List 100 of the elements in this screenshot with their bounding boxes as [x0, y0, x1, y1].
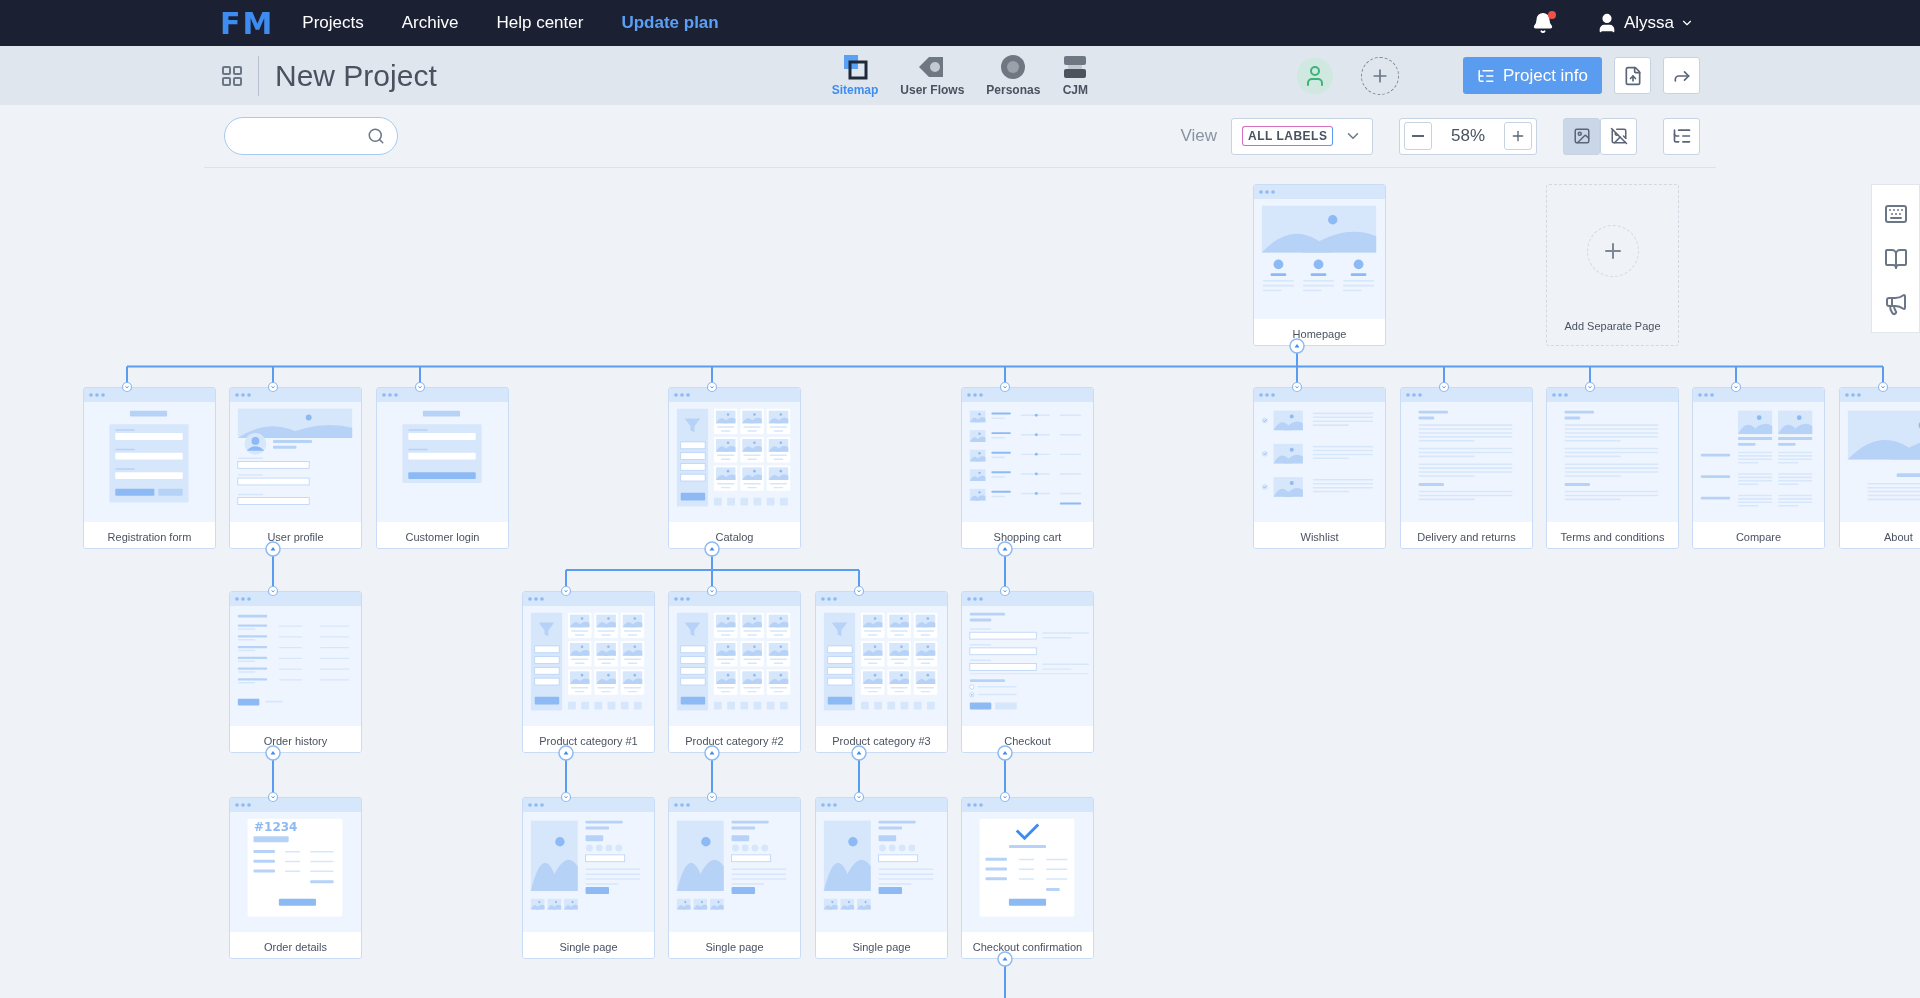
view-select[interactable]: ALL LABELS	[1231, 117, 1373, 155]
page-label: Order history	[230, 726, 361, 752]
user-menu[interactable]: Alyssa	[1589, 11, 1700, 35]
announcements-button[interactable]	[1883, 291, 1908, 316]
zoom-in-button[interactable]	[1504, 122, 1532, 150]
connector-dot[interactable]	[267, 381, 279, 393]
collapse-handle[interactable]	[704, 745, 720, 761]
page-card[interactable]: User profile	[229, 387, 362, 549]
view-tab[interactable]: CJM	[1062, 54, 1089, 97]
page-card[interactable]: Shopping cart	[961, 387, 1094, 549]
dots-icon	[674, 597, 690, 601]
page-card[interactable]: About	[1839, 387, 1920, 549]
avatar[interactable]	[1296, 57, 1333, 94]
dots-icon	[1552, 393, 1568, 397]
page-label: Checkout	[962, 726, 1093, 752]
export-button[interactable]	[1614, 57, 1651, 94]
dots-icon	[1845, 393, 1861, 397]
page-card[interactable]: Order history	[229, 591, 362, 753]
page-card[interactable]: Registration form	[83, 387, 216, 549]
connector-line	[1004, 965, 1006, 998]
nav-link[interactable]: Help center	[496, 13, 584, 33]
connector-dot[interactable]	[414, 381, 426, 393]
page-label: Checkout confirmation	[962, 932, 1093, 958]
connector-dot[interactable]	[267, 791, 279, 803]
dots-icon	[528, 803, 544, 807]
connector-line	[565, 759, 567, 794]
nav-link[interactable]: Archive	[401, 13, 459, 33]
page-card[interactable]: Terms and conditions	[1546, 387, 1679, 549]
page-card[interactable]: #1234 Order details	[229, 797, 362, 959]
zoom-out-button[interactable]	[1404, 122, 1432, 150]
search-field[interactable]	[224, 117, 398, 155]
project-title: New Project	[275, 58, 437, 93]
page-card[interactable]: Checkout	[961, 591, 1094, 753]
image-toggle-button[interactable]	[1600, 117, 1637, 155]
collapse-handle[interactable]	[265, 541, 281, 557]
page-card[interactable]: Wishlist	[1253, 387, 1386, 549]
connector-dot[interactable]	[267, 585, 279, 597]
connector-dot[interactable]	[1438, 381, 1450, 393]
page-label: Product category #1	[523, 726, 654, 752]
page-label: About	[1840, 522, 1920, 548]
view-label: View	[1180, 126, 1217, 146]
collapse-handle[interactable]	[997, 951, 1013, 967]
page-label: Catalog	[669, 522, 800, 548]
connector-dot[interactable]	[1730, 381, 1742, 393]
circle-icon	[1000, 54, 1027, 80]
connector-dot[interactable]	[560, 585, 572, 597]
connector-dot[interactable]	[853, 585, 865, 597]
dots-icon	[528, 597, 544, 601]
connector-dot[interactable]	[999, 381, 1011, 393]
page-card[interactable]: Catalog	[668, 387, 801, 549]
view-tab[interactable]: Personas	[986, 54, 1041, 97]
connector-dot[interactable]	[1877, 381, 1889, 393]
page-card[interactable]: Single page	[815, 797, 948, 959]
nav-link[interactable]: Update plan	[621, 13, 719, 33]
page-card[interactable]: Customer login	[376, 387, 509, 549]
page-card[interactable]: Product category #2	[668, 591, 801, 753]
connector-dot[interactable]	[706, 791, 718, 803]
bell-icon	[1531, 12, 1554, 34]
connector-dot[interactable]	[560, 791, 572, 803]
connector-dot[interactable]	[1291, 381, 1303, 393]
connector-dot[interactable]	[706, 381, 718, 393]
collapse-handle[interactable]	[851, 745, 867, 761]
page-label: Wishlist	[1254, 522, 1385, 548]
page-label: Customer login	[377, 522, 508, 548]
collapse-handle[interactable]	[1289, 338, 1305, 354]
connector-dot[interactable]	[706, 585, 718, 597]
outline-button[interactable]	[1663, 117, 1700, 155]
nav-link[interactable]: Projects	[302, 13, 364, 33]
page-card[interactable]: Compare	[1692, 387, 1825, 549]
page-card[interactable]: Homepage	[1253, 184, 1386, 346]
connector-dot[interactable]	[999, 791, 1011, 803]
dots-icon	[1406, 393, 1422, 397]
page-label: Delivery and returns	[1401, 522, 1532, 548]
page-card[interactable]: Checkout confirmation	[961, 797, 1094, 959]
page-card[interactable]: Product category #1	[522, 591, 655, 753]
page-card[interactable]: Product category #3	[815, 591, 948, 753]
labels-tag: ALL LABELS	[1242, 126, 1334, 146]
grid-icon	[220, 63, 244, 88]
guide-button[interactable]	[1883, 246, 1908, 271]
page-label: Order details	[230, 932, 361, 958]
collapse-handle[interactable]	[558, 745, 574, 761]
page-card[interactable]: Single page	[668, 797, 801, 959]
page-label: Shopping cart	[962, 522, 1093, 548]
logo[interactable]: FM	[220, 5, 275, 41]
connector-dot[interactable]	[853, 791, 865, 803]
connector-dot[interactable]	[999, 585, 1011, 597]
collapse-handle[interactable]	[997, 541, 1013, 557]
collapse-handle[interactable]	[265, 745, 281, 761]
dots-icon	[1259, 393, 1275, 397]
collapse-handle[interactable]	[704, 541, 720, 557]
connector-dot[interactable]	[1584, 381, 1596, 393]
connector-dot[interactable]	[121, 381, 133, 393]
collapse-handle[interactable]	[997, 745, 1013, 761]
page-card[interactable]: Single page	[522, 797, 655, 959]
dashboard-button[interactable]	[220, 55, 259, 96]
view-tab[interactable]: User Flows	[900, 54, 965, 97]
add-page-button[interactable]: Add Separate Page	[1546, 184, 1679, 346]
page-card[interactable]: Delivery and returns	[1400, 387, 1533, 549]
image-toggle-button[interactable]	[1563, 117, 1600, 155]
share-button[interactable]	[1663, 57, 1700, 94]
